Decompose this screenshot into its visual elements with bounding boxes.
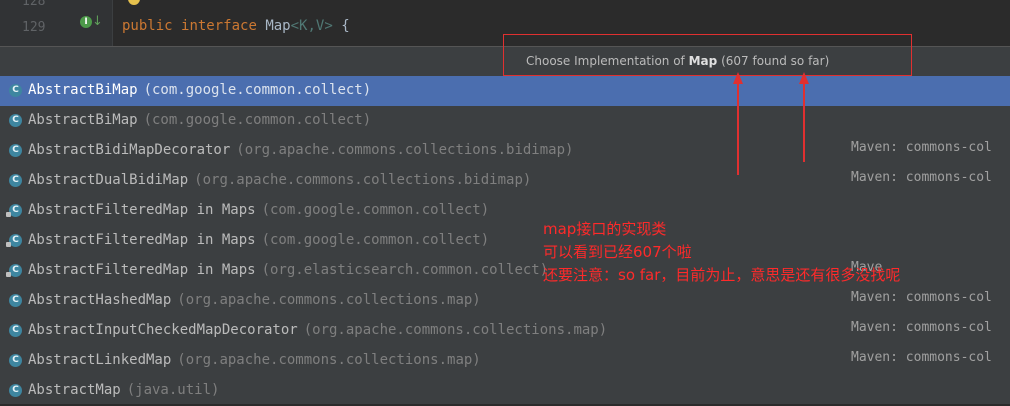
implemented-icon[interactable]: I (80, 16, 92, 28)
annotation-line: 还要注意：so far，目前为止，意思是还有很多没找呢 (543, 266, 901, 284)
implementation-item[interactable]: C AbstractLinkedMap (org.apache.commons.co… (0, 346, 1010, 376)
arrow-down-icon[interactable]: ↓ (92, 14, 103, 29)
editor-gutter: 128 129 I ↓ (0, 0, 113, 46)
class-icon: C (9, 294, 22, 307)
class-name: AbstractFilteredMap in Maps (com.google.c… (28, 232, 489, 248)
class-name: AbstractBiMap (com.google.common.collect) (28, 82, 371, 98)
class-name: AbstractHashedMap (org.apache.commons.col… (28, 292, 481, 308)
type-parameters: <K,V> (290, 18, 333, 34)
implementation-item[interactable]: C AbstractHashedMap (org.apache.commons.co… (0, 286, 1010, 316)
package-name: (com.google.common.collect) (261, 232, 490, 248)
implementation-item[interactable]: C AbstractDualBidiMap (org.apache.commons.… (0, 166, 1010, 196)
library-name: Maven: commons-col (851, 350, 992, 365)
class-name: AbstractInputCheckedMapDecorator (org.apa… (28, 322, 607, 338)
annotation-line: map接口的实现类 (543, 220, 667, 238)
private-class-icon: C (6, 234, 22, 247)
package-name: (org.elasticsearch.common.collect) (261, 262, 549, 278)
package-name: (org.apache.commons.collections.bidimap) (236, 142, 574, 158)
annotation-arrowhead (799, 72, 809, 84)
annotation-arrow (737, 82, 739, 175)
interface-name: Map (265, 18, 291, 34)
class-name-text: AbstractBiMap (28, 112, 138, 128)
package-name: (com.google.common.collect) (143, 112, 372, 128)
class-name-text: AbstractFilteredMap in Maps (28, 202, 256, 218)
annotation-arrow (803, 82, 805, 162)
class-name: AbstractMap (java.util) (28, 382, 219, 398)
class-name-text: AbstractMap (28, 382, 121, 398)
class-name-text: AbstractDualBidiMap (28, 172, 189, 188)
keyword-interface: interface (181, 18, 257, 34)
package-name: (org.apache.commons.collections.map) (177, 352, 481, 368)
annotation-note: map接口的实现类可以看到已经607个啦还要注意：so far，目前为止，意思是… (543, 218, 900, 287)
class-icon: C (9, 384, 22, 397)
implementation-item[interactable]: C AbstractBidiMapDecorator (org.apache.com… (0, 136, 1010, 166)
package-name: (com.google.common.collect) (143, 82, 372, 98)
library-name: Maven: commons-col (851, 290, 992, 305)
code-line[interactable]: public interface Map<K,V> { (122, 18, 350, 34)
class-name-text: AbstractInputCheckedMapDecorator (28, 322, 298, 338)
line-number: 128 (22, 0, 46, 9)
class-icon: C (9, 84, 22, 97)
class-icon: C (9, 174, 22, 187)
package-name: (java.util) (126, 382, 220, 398)
class-name-text: AbstractFilteredMap in Maps (28, 262, 256, 278)
implementation-item[interactable]: C AbstractMap (java.util) (0, 376, 1010, 406)
package-name: (com.google.common.collect) (261, 202, 490, 218)
implementation-item[interactable]: C AbstractBiMap (com.google.common.collect… (0, 106, 1010, 136)
class-name-text: AbstractBiMap (28, 82, 138, 98)
annotation-arrowhead (733, 72, 743, 84)
class-name: AbstractBidiMapDecorator (org.apache.comm… (28, 142, 573, 158)
package-name: (org.apache.commons.collections.map) (177, 292, 481, 308)
private-class-icon: C (6, 204, 22, 217)
class-name: AbstractFilteredMap in Maps (com.google.c… (28, 202, 489, 218)
package-name: (org.apache.commons.collections.map) (303, 322, 608, 338)
keyword-public: public (122, 18, 173, 34)
class-icon: C (9, 114, 22, 127)
private-class-icon: C (6, 264, 22, 277)
class-name: AbstractLinkedMap (org.apache.commons.col… (28, 352, 481, 368)
class-icon: C (9, 354, 22, 367)
implementation-item[interactable]: C AbstractBiMap (com.google.common.collect… (0, 76, 1010, 106)
class-icon: C (9, 144, 22, 157)
package-name: (org.apache.commons.collections.bidimap) (194, 172, 532, 188)
library-name: Maven: commons-col (851, 320, 992, 335)
library-name: Maven: commons-col (851, 140, 992, 155)
class-name-text: AbstractHashedMap (28, 292, 172, 308)
class-name: AbstractDualBidiMap (org.apache.commons.c… (28, 172, 531, 188)
class-name-text: AbstractLinkedMap (28, 352, 172, 368)
library-name: Maven: commons-col (851, 170, 992, 185)
class-name: AbstractBiMap (com.google.common.collect) (28, 112, 371, 128)
lightbulb-icon[interactable] (128, 0, 140, 5)
class-name: AbstractFilteredMap in Maps (org.elastics… (28, 262, 548, 278)
class-name-text: AbstractBidiMapDecorator (28, 142, 231, 158)
open-brace: { (341, 18, 350, 34)
annotation-line: 可以看到已经607个啦 (543, 243, 692, 261)
line-number: 129 (22, 20, 46, 35)
class-name-text: AbstractFilteredMap in Maps (28, 232, 256, 248)
annotation-highlight-box (503, 34, 912, 76)
implementation-item[interactable]: C AbstractInputCheckedMapDecorator (org.ap… (0, 316, 1010, 346)
class-icon: C (9, 324, 22, 337)
